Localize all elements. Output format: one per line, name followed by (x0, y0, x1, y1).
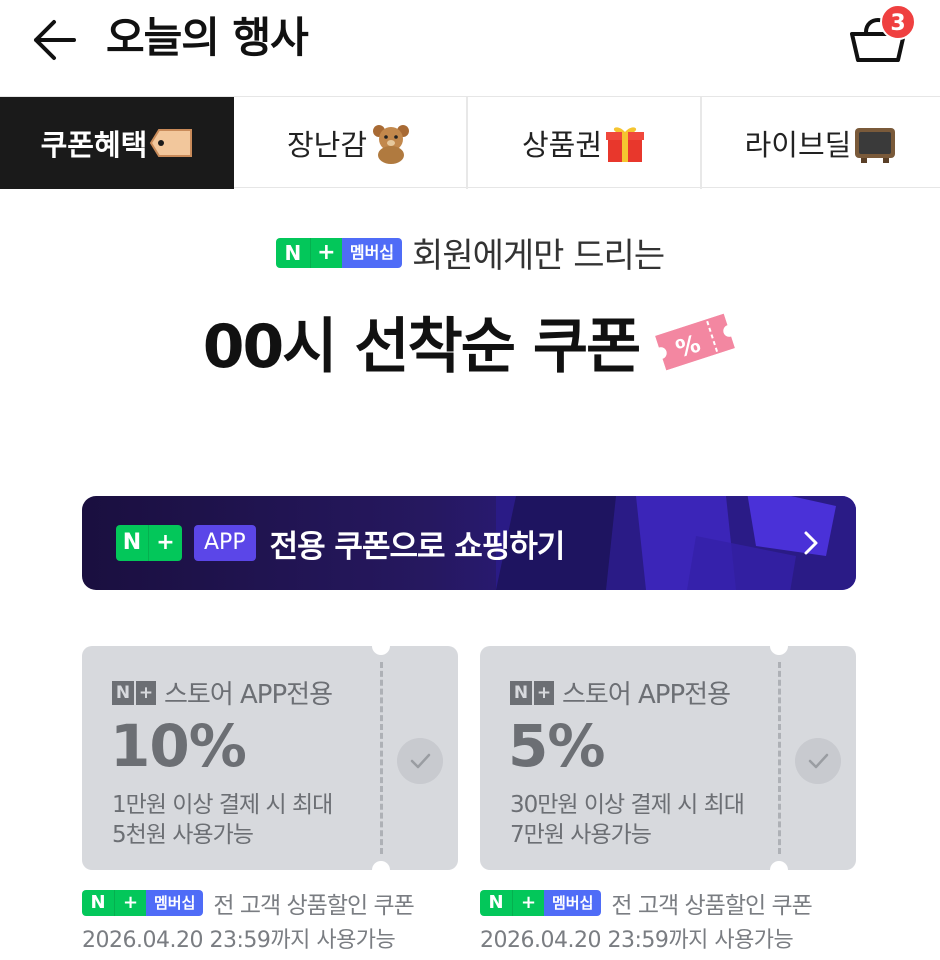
coupon-card[interactable]: N + 스토어 APP전용 5% 30만원 이상 결제 시 최대 7만원 사용가능 (480, 637, 856, 879)
coupon-label: 스토어 APP전용 (562, 680, 731, 710)
banner-text: 전용 쿠폰으로 쇼핑하기 (269, 528, 566, 565)
tab-label: 라이브딜 (744, 128, 852, 162)
category-tabs: 쿠폰혜택 장난감 상품권 라이브딜 (0, 96, 940, 189)
tab-label: 쿠폰혜택 (40, 128, 148, 162)
nplus-logo-icon: N + (510, 680, 554, 705)
coupon-expiry: 2026.04.20 23:59까지 사용가능 (82, 928, 396, 953)
coupon-footer-line: N + 멤버십 전 고객 상품할인 쿠폰 (82, 888, 415, 919)
hero-title: 00시 선착순 쿠폰 (202, 312, 641, 382)
coupon-notch (372, 861, 390, 879)
coupon-footer-text: 전 고객 상품할인 쿠폰 (611, 893, 812, 919)
nplus-membership-badge: N + 멤버십 (275, 237, 403, 268)
badge-plus: + (512, 890, 544, 916)
back-arrow-icon[interactable] (30, 18, 78, 62)
coupon-description: 1만원 이상 결제 시 최대 5천원 사용가능 (112, 790, 333, 850)
coupon-footer: N + 멤버십 전 고객 상품할인 쿠폰 2026.04.20 23:59까지 … (82, 888, 415, 954)
coupon-footer-text: 전 고객 상품할인 쿠폰 (213, 893, 414, 919)
badge-n: N (275, 237, 310, 268)
page-title: 오늘의 행사 (106, 13, 309, 62)
coupon-desc-line2: 7만원 사용가능 (510, 822, 652, 848)
coupon-expiry: 2026.04.20 23:59까지 사용가능 (480, 928, 794, 953)
coupon-footer: N + 멤버십 전 고객 상품할인 쿠폰 2026.04.20 23:59까지 … (480, 888, 813, 954)
hero-subtitle-row: N + 멤버십 회원에게만 드리는 (0, 228, 940, 277)
coupon-notch (372, 637, 390, 655)
nplus-logo-icon: N + (112, 680, 156, 705)
tab-toys[interactable]: 장난감 (234, 97, 468, 189)
tab-coupon-benefits[interactable]: 쿠폰혜택 (0, 97, 234, 189)
top-bar: 오늘의 행사 3 (0, 0, 940, 96)
badge-membership: 멤버십 (146, 890, 204, 916)
check-circle-icon[interactable] (795, 738, 841, 784)
coupon-notch (770, 637, 788, 655)
coupon-desc-line2: 5천원 사용가능 (112, 822, 254, 848)
coupon-divider (380, 662, 383, 854)
coupon-notch (770, 861, 788, 879)
badge-plus: + (309, 237, 342, 268)
hero-subtitle: 회원에게만 드리는 (412, 236, 665, 276)
nplus-membership-badge: N + 멤버십 (82, 890, 204, 916)
coupon-divider (778, 662, 781, 854)
badge-n: N (82, 890, 114, 916)
badge-n: N (480, 890, 512, 916)
coupon-footer-line: N + 멤버십 전 고객 상품할인 쿠폰 (480, 888, 813, 919)
discount-ticket-icon: % (655, 313, 736, 370)
nplus-membership-badge: N + 멤버십 (480, 890, 602, 916)
coupon-desc-line1: 30만원 이상 결제 시 최대 (510, 792, 745, 818)
tab-label: 장난감 (286, 128, 368, 162)
badge-membership: 멤버십 (341, 237, 403, 268)
tag-icon (150, 129, 193, 157)
tab-label: 상품권 (521, 128, 603, 162)
coupon-description: 30만원 이상 결제 시 최대 7만원 사용가능 (510, 790, 745, 850)
gift-icon (606, 127, 645, 162)
app-coupon-banner[interactable]: N + APP 전용 쿠폰으로 쇼핑하기 (82, 496, 856, 590)
coupon-label: 스토어 APP전용 (164, 680, 333, 710)
banner-badge-plus: + (148, 525, 182, 561)
banner-content: N + APP 전용 쿠폰으로 쇼핑하기 (116, 496, 566, 590)
coupon-discount-value: 10% (110, 712, 247, 780)
coupon-header: N + 스토어 APP전용 (112, 674, 333, 711)
tab-gift-cards[interactable]: 상품권 (468, 97, 702, 189)
cart-count-badge: 3 (880, 4, 916, 40)
banner-badge-app: APP (194, 525, 256, 561)
coupon-card[interactable]: N + 스토어 APP전용 10% 1만원 이상 결제 시 최대 5천원 사용가능 (82, 637, 458, 879)
teddy-bear-icon (373, 125, 410, 164)
coupon-desc-line1: 1만원 이상 결제 시 최대 (112, 792, 333, 818)
coupon-discount-value: 5% (508, 712, 605, 780)
chevron-right-icon[interactable] (800, 527, 824, 559)
coupon-header: N + 스토어 APP전용 (510, 674, 731, 711)
banner-badge-n: N (116, 525, 148, 561)
check-circle-icon[interactable] (397, 738, 443, 784)
badge-membership: 멤버십 (544, 890, 602, 916)
tv-icon (855, 128, 896, 163)
tab-live-deal[interactable]: 라이브딜 (702, 97, 940, 189)
hero-title-row: 00시 선착순 쿠폰 % (0, 298, 940, 385)
badge-plus: + (114, 890, 146, 916)
